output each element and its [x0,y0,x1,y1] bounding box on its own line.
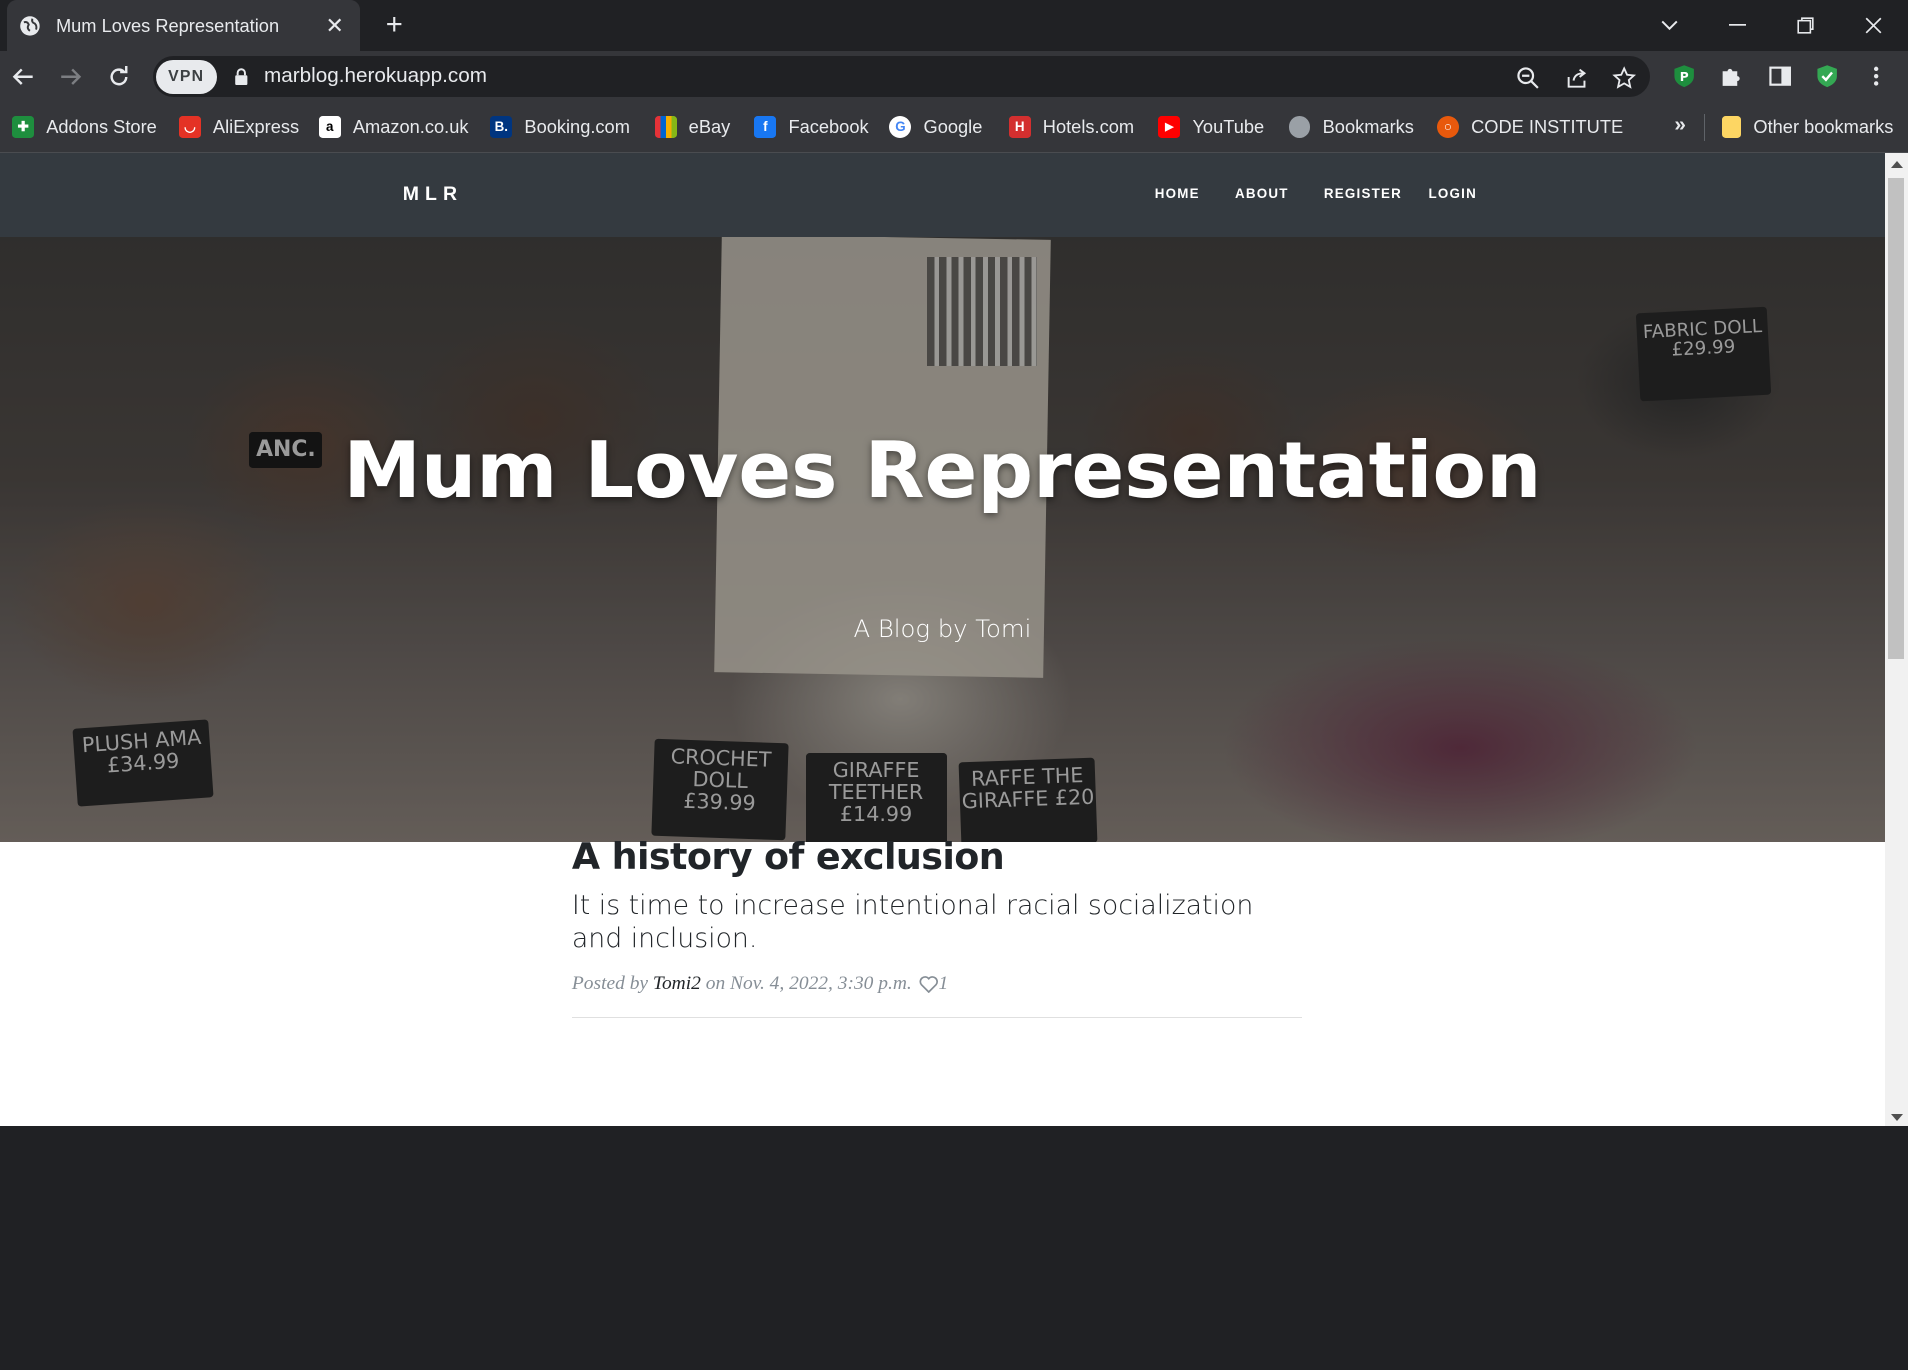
hero-banner: PLUSH AMA £34.99 CROCHET DOLL £39.99 GIR… [0,237,1885,842]
close-tab-icon[interactable]: ✕ [321,13,348,39]
page-scrollbar[interactable] [1884,153,1908,1126]
likes-count: 1 [938,972,949,994]
bookmark-other-folder[interactable]: Other bookmarks [1721,115,1893,138]
bookmark-bookmarks[interactable]: Bookmarks [1288,115,1414,138]
close-window-icon[interactable] [1840,0,1908,51]
post-preview: A history of exclusion It is time to inc… [571,835,1302,1018]
amazon-icon: a [318,115,341,138]
google-icon: G [889,115,912,138]
globe-icon [1288,115,1311,138]
bookmark-code-institute[interactable]: ○ CODE INSTITUTE [1437,116,1623,138]
site-navbar: MLR HOME ABOUT REGISTER LOGIN [0,153,1885,238]
bookmark-facebook[interactable]: f Facebook [754,115,869,138]
nav-register-link[interactable]: REGISTER [1324,186,1402,201]
bookmark-amazon[interactable]: a Amazon.co.uk [318,115,468,138]
hero-subtitle: A Blog by Tomi [853,614,1032,644]
post-author: Tomi2 [652,972,701,994]
post-subtitle[interactable]: It is time to increase intentional racia… [572,890,1302,956]
nav-login-link[interactable]: LOGIN [1429,186,1477,201]
tab-search-icon[interactable] [1635,0,1703,51]
browser-toolbar: VPN marblog.herokuapp.com P [0,51,1908,103]
post-likes: 1 [919,973,948,995]
page-viewport: MLR HOME ABOUT REGISTER LOGIN PLUSH AMA … [0,153,1885,1126]
bookmark-booking[interactable]: B. Booking.com [490,116,630,138]
bookmark-youtube[interactable]: ▶ YouTube [1158,116,1264,138]
back-icon[interactable] [6,60,40,94]
extensions-puzzle-icon[interactable] [1719,64,1743,88]
forward-icon[interactable] [54,60,88,94]
scroll-up-arrow-icon[interactable] [1890,160,1903,168]
bookmark-google[interactable]: G Google [889,116,982,138]
addons-store-icon: ✚ [12,115,35,138]
aliexpress-icon: ◡ [178,115,201,138]
url-text[interactable]: marblog.herokuapp.com [264,64,487,88]
code-institute-icon: ○ [1437,115,1459,138]
bookmark-addons-store[interactable]: ✚ Addons Store [12,116,157,138]
heart-icon [919,975,939,993]
lock-icon[interactable] [234,68,249,86]
hero-title: Mum Loves Representation [343,426,1542,517]
restore-icon[interactable] [1772,0,1840,51]
vpn-badge[interactable]: VPN [155,59,217,94]
post-divider [571,1016,1302,1018]
extension-p-icon[interactable]: P [1672,64,1696,88]
folder-icon [1721,115,1742,138]
reload-icon[interactable] [102,60,136,94]
menu-icon[interactable] [1864,64,1888,88]
posted-by-label: Posted by [571,972,649,994]
new-tab-icon[interactable]: + [377,9,411,44]
side-panel-icon[interactable] [1768,64,1792,88]
post-date: on Nov. 4, 2022, 3:30 p.m. [705,972,912,994]
hero-overlay [0,237,1885,842]
tab-strip: Mum Loves Representation ✕ + [0,0,1908,52]
scroll-down-arrow-icon[interactable] [1890,1113,1903,1121]
bookmark-ebay[interactable]: eBay [654,115,730,138]
bookmark-aliexpress[interactable]: ◡ AliExpress [178,115,299,138]
post-title-link[interactable]: A history of exclusion [572,835,1302,878]
share-icon[interactable] [1565,66,1589,90]
hotels-icon: H [1008,115,1031,138]
booking-icon: B. [490,115,513,138]
address-bar[interactable]: VPN marblog.herokuapp.com [153,55,1650,98]
scrollbar-thumb[interactable] [1888,177,1905,660]
bookmark-hotels[interactable]: H Hotels.com [1008,115,1134,138]
more-bookmarks-button[interactable]: » [1674,113,1686,137]
svg-text:P: P [1680,70,1689,84]
minimize-icon[interactable] [1704,0,1772,51]
bookmark-star-icon[interactable] [1612,65,1637,90]
facebook-icon: f [754,115,777,138]
site-brand-link[interactable]: MLR [403,183,463,206]
security-shield-icon[interactable] [1815,64,1839,88]
bookmarks-bar: ✚ Addons Store ◡ AliExpress a Amazon.co.uk … [0,102,1908,154]
globe-icon [20,15,41,36]
bookmarks-divider [1703,114,1705,142]
nav-home-link[interactable]: HOME [1155,186,1200,201]
zoom-icon[interactable] [1516,66,1540,90]
ebay-icon [654,115,677,138]
nav-about-link[interactable]: ABOUT [1235,186,1289,201]
post-meta: Posted by Tomi2 on Nov. 4, 2022, 3:30 p.… [572,973,1302,995]
youtube-icon: ▶ [1158,115,1181,138]
browser-tab[interactable]: Mum Loves Representation ✕ [7,0,361,52]
tab-title: Mum Loves Representation [55,14,280,36]
